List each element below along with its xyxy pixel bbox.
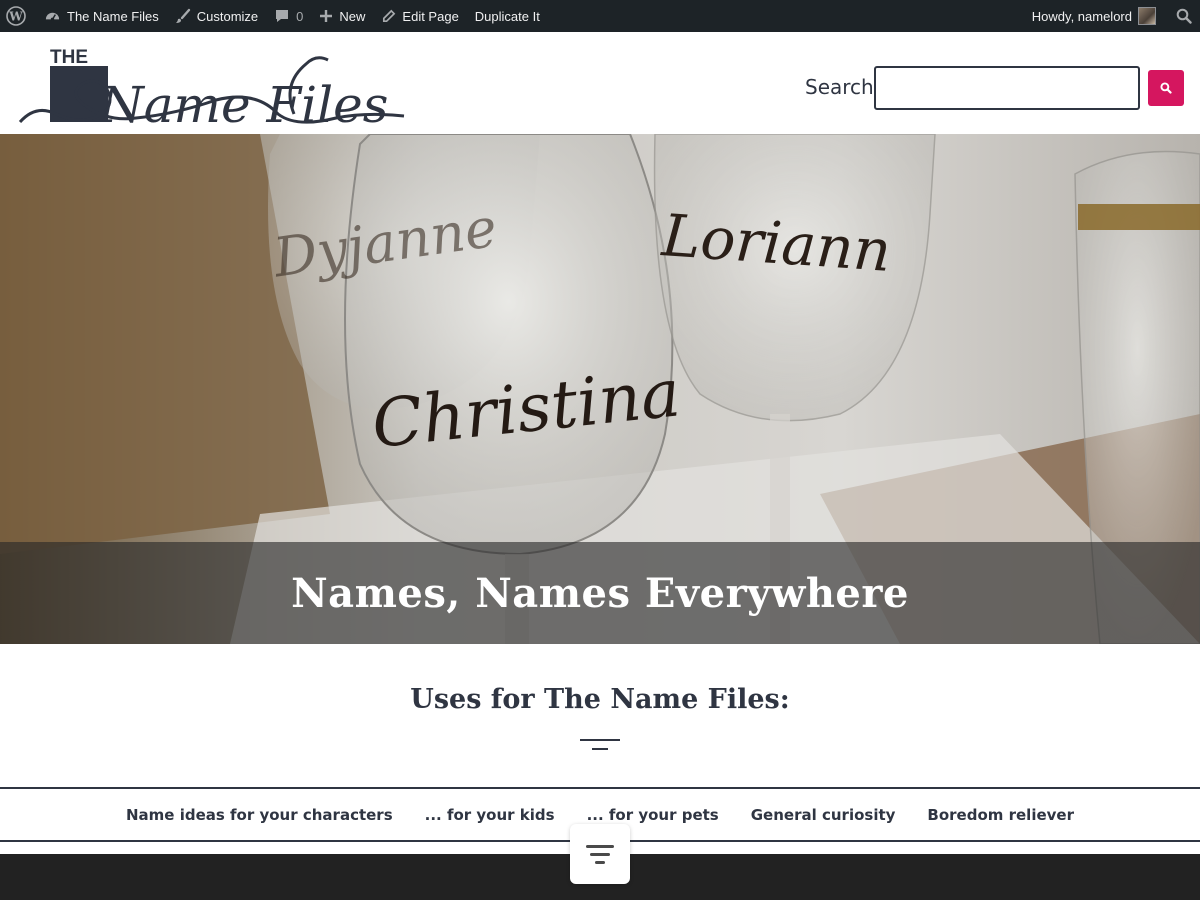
dashboard-icon [44, 8, 61, 25]
hero-caption-band: Names, Names Everywhere [0, 542, 1200, 644]
search-icon [1176, 8, 1192, 24]
uses-item-curiosity[interactable]: General curiosity [751, 806, 896, 824]
wordpress-logo-button[interactable]: W [0, 0, 36, 32]
filter-button[interactable] [570, 824, 630, 884]
site-name-link[interactable]: The Name Files [36, 0, 167, 32]
filter-icon [586, 844, 614, 848]
filter-icon-line [590, 852, 610, 856]
edit-page-link[interactable]: Edit Page [373, 0, 466, 32]
customize-label: Customize [196, 8, 259, 24]
admin-bar: W The Name Files Customize 0 New Edit Pa… [0, 0, 1200, 32]
duplicate-label: Duplicate It [474, 8, 540, 24]
uses-item-kids[interactable]: ... for your kids [425, 806, 555, 824]
duplicate-link[interactable]: Duplicate It [467, 0, 548, 32]
uses-item-pets[interactable]: ... for your pets [587, 806, 719, 824]
section-title: Uses for The Name Files: [410, 684, 790, 715]
comment-icon [274, 8, 290, 24]
hero-banner: Christina Loriann Dyjanne Names, Names E… [0, 134, 1200, 644]
site-name-label: The Name Files [67, 8, 159, 24]
site-logo[interactable]: THE Name Files [16, 44, 408, 134]
customize-link[interactable]: Customize [167, 0, 266, 32]
new-label: New [339, 8, 366, 24]
plus-icon [319, 9, 333, 23]
filter-icon-line [595, 860, 605, 864]
wordpress-icon: W [6, 6, 26, 26]
avatar [1138, 7, 1156, 25]
my-account-link[interactable]: Howdy, namelord [1024, 0, 1164, 32]
new-content-link[interactable]: New [311, 0, 373, 32]
search-label: Search [805, 75, 874, 99]
logo-script: Name Files [99, 76, 388, 128]
svg-text:W: W [8, 10, 23, 24]
edit-page-label: Edit Page [402, 8, 459, 24]
logo-the: THE [50, 47, 88, 68]
brush-icon [175, 8, 191, 24]
search-input[interactable] [874, 66, 1140, 110]
comments-link[interactable]: 0 [266, 0, 311, 32]
admin-search-button[interactable] [1164, 0, 1200, 32]
site-header: THE Name Files Search [0, 32, 1200, 166]
search-icon [1160, 82, 1172, 94]
uses-item-characters[interactable]: Name ideas for your characters [126, 806, 393, 824]
search-submit-button[interactable] [1148, 70, 1184, 106]
section-divider-short [592, 748, 608, 750]
pencil-icon [381, 9, 396, 24]
uses-item-boredom[interactable]: Boredom reliever [927, 806, 1074, 824]
comments-count: 0 [296, 8, 304, 24]
howdy-label: Howdy, namelord [1031, 8, 1132, 24]
section-divider [580, 739, 620, 741]
hero-title: Names, Names Everywhere [291, 569, 909, 617]
